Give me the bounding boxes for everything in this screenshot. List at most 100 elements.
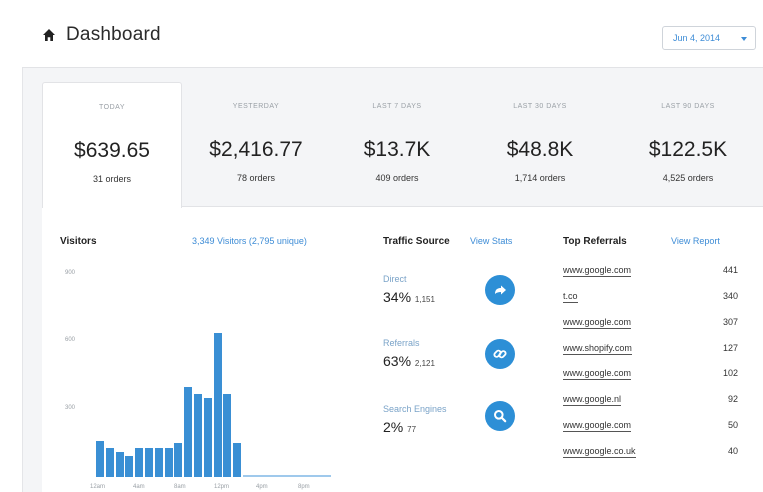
referral-row: www.shopify.com 127 [563,343,738,357]
chart-bar [282,475,292,477]
x-tick-label: 12am [90,484,106,490]
chart-bar [125,455,134,477]
referral-link[interactable]: www.google.com [563,368,632,380]
stat-value: $48.8K [506,138,574,161]
stat-label: TODAY [99,104,125,111]
referral-count: 40 [727,446,738,456]
chart-bar [223,393,232,477]
stat-value: $13.7K [363,138,431,161]
x-tick-label: 8am [174,484,186,490]
visitors-summary-link[interactable]: 3,349 Visitors (2,795 unique) [192,236,307,246]
y-tick-label: 600 [65,337,76,343]
date-picker-label: Jun 4, 2014 [673,33,721,43]
traffic-source-percent: 34% [383,289,412,305]
referral-count: 102 [722,368,738,378]
referral-link[interactable]: www.google.com [563,420,632,432]
chart-bar [262,475,273,477]
arrow-forward-icon [485,275,515,305]
traffic-source-title: Traffic Source [383,236,450,247]
chart-bar [115,452,124,477]
stat-value: $122.5K [648,138,728,161]
chart-bar [292,475,302,477]
home-icon [43,29,55,41]
top-referrals-title: Top Referrals [563,236,627,247]
stat-label: YESTERDAY [232,103,280,110]
chart-bar [321,475,332,477]
stat-label: LAST 7 DAYS [372,103,422,110]
chart-bar [272,475,283,477]
referral-count: 307 [722,317,738,327]
stat-orders: 1,714 orders [514,173,566,183]
chart-bar [135,447,144,477]
chart-bar [243,475,253,477]
stat-tab-today[interactable]: TODAY $639.65 31 orders [42,82,182,208]
chart-bar [252,475,263,477]
x-tick-label: 4am [133,484,145,490]
stat-value: $2,416.77 [209,138,303,161]
referral-count: 441 [722,265,738,275]
header-bar: Dashboard Jun 4, 2014 [22,0,763,68]
stat-orders: 409 orders [375,173,419,183]
chart-bar [301,475,312,477]
stat-orders: 78 orders [236,173,276,183]
referral-row: t.co 340 [563,291,738,305]
chart-bar [311,475,322,477]
link-icon [485,339,515,369]
x-tick-label: 12pm [214,484,230,490]
stat-label: LAST 30 DAYS [513,103,567,110]
chart-bar [105,447,114,477]
traffic-source-label: Search Engines [383,404,447,414]
chart-bar [194,393,202,477]
traffic-source-count: 1,151 [414,295,435,304]
referral-link[interactable]: t.co [563,291,578,303]
referral-count: 127 [722,343,738,353]
stats-row: TODAY $639.65 31 orders YESTERDAY $2,416… [42,82,763,208]
referral-row: www.google.com 102 [563,368,738,382]
referral-row: www.google.com 50 [563,420,738,434]
referral-link[interactable]: www.google.com [563,265,632,277]
stat-value: $639.65 [74,139,150,162]
stat-tab-yesterday[interactable]: YESTERDAY $2,416.77 78 orders [186,82,326,206]
traffic-source-percent: 63% [383,353,412,369]
date-picker[interactable]: Jun 4, 2014 [662,26,756,50]
view-report-link[interactable]: View Report [671,236,720,246]
referral-count: 92 [727,394,738,404]
traffic-source-label: Referrals [383,338,420,348]
chart-bar [164,447,173,477]
chart-bar [213,333,222,477]
visitors-chart: 900 600 300 12am 4am 8am 12pm 4pm 8pm [48,250,353,492]
referral-row: www.google.com 307 [563,317,738,331]
stat-tab-last-7-days[interactable]: LAST 7 DAYS $13.7K 409 orders [327,82,467,206]
chart-bar [233,443,242,477]
search-icon [485,401,515,431]
chart-bar [184,387,193,477]
referral-link[interactable]: www.shopify.com [563,343,632,355]
referral-row: www.google.nl 92 [563,394,738,408]
stat-label: LAST 90 DAYS [661,103,715,110]
traffic-source-percent: 2% [383,419,404,435]
chart-bar [174,443,183,477]
stat-tab-last-30-days[interactable]: LAST 30 DAYS $48.8K 1,714 orders [470,82,610,206]
chart-bar [96,441,104,477]
referral-link[interactable]: www.google.co.uk [563,446,636,458]
referral-row: www.google.co.uk 40 [563,446,738,460]
stat-orders: 4,525 orders [662,173,714,183]
referral-row: www.google.com 441 [563,265,738,279]
referral-count: 50 [727,420,738,430]
x-tick-label: 8pm [298,484,310,490]
chart-bar [145,447,153,477]
x-tick-label: 4pm [256,484,268,490]
traffic-source-value: 34% 1,151 [383,289,435,305]
traffic-source-count: 77 [407,425,417,434]
page-title: Dashboard [66,24,161,45]
chart-bar [154,447,163,477]
traffic-source-value: 2% 77 [383,419,416,435]
stat-tab-last-90-days[interactable]: LAST 90 DAYS $122.5K 4,525 orders [618,82,758,206]
view-stats-link[interactable]: View Stats [470,236,512,246]
chart-bar [203,398,212,477]
traffic-source-value: 63% 2,121 [383,353,435,369]
chevron-down-icon [741,37,747,41]
y-tick-label: 900 [65,270,76,276]
referral-link[interactable]: www.google.com [563,317,632,329]
referral-link[interactable]: www.google.nl [563,394,622,406]
